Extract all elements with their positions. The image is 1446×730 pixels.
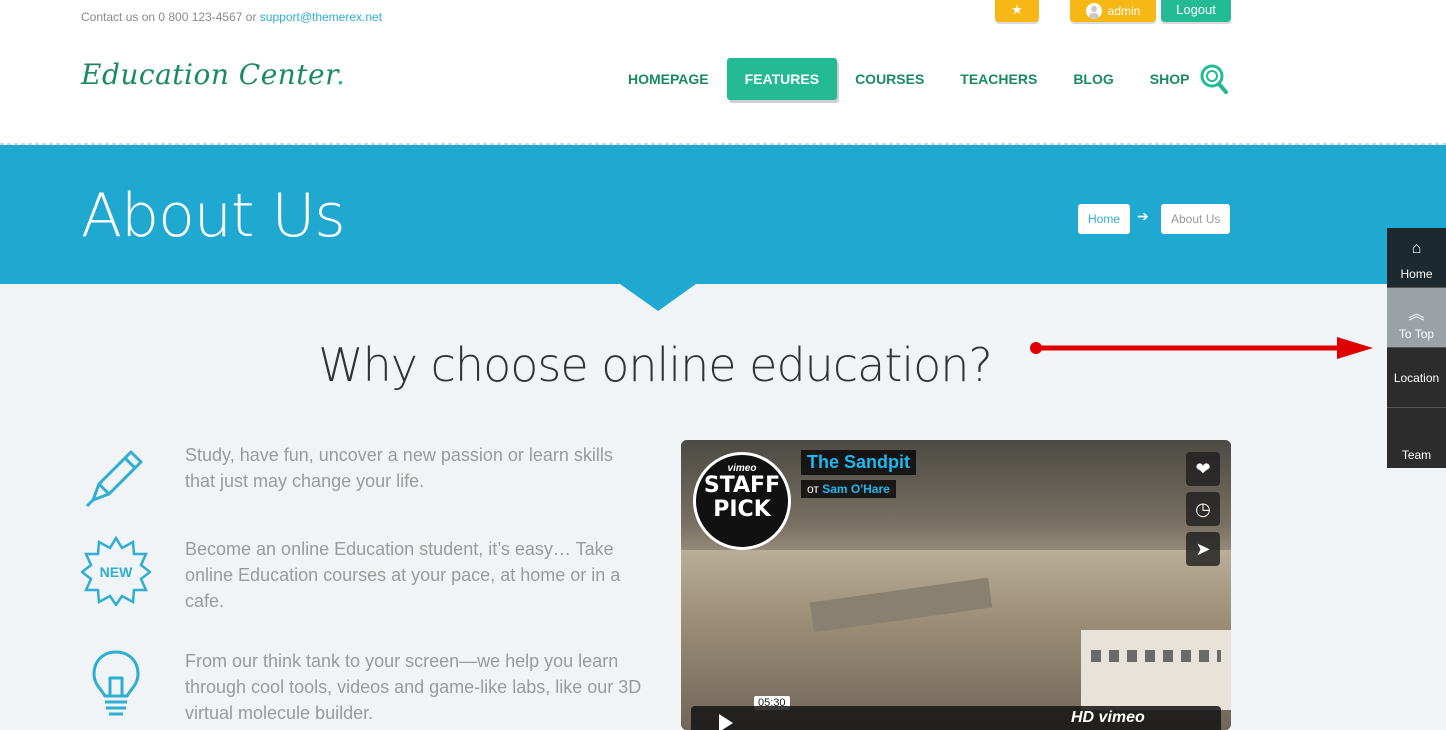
contact-phone-text: Contact us on 0 800 123-4567 or xyxy=(81,10,260,24)
feature-text: From our think tank to your screen—we he… xyxy=(185,651,642,723)
admin-user-button[interactable]: admin xyxy=(1070,0,1156,22)
nav-features[interactable]: FEATURES xyxy=(726,58,838,100)
side-to-top-label: To Top xyxy=(1398,327,1435,341)
admin-label: admin xyxy=(1107,4,1141,18)
nav-blog[interactable]: BLOG xyxy=(1055,58,1131,100)
contact-info: Contact us on 0 800 123-4567 or support@… xyxy=(81,10,382,24)
clock-icon[interactable]: ◷ xyxy=(1186,492,1220,526)
video-player[interactable]: vimeo STAFF PICK The Sandpit от Sam O'Ha… xyxy=(681,440,1231,730)
vimeo-logo[interactable]: HD vimeo xyxy=(1071,709,1145,727)
search-icon[interactable] xyxy=(1198,63,1230,95)
main-nav: HOMEPAGE FEATURES COURSES TEACHERS BLOG … xyxy=(610,58,1207,100)
arrow-right-icon: ➔ xyxy=(1137,208,1149,224)
staff-pick-badge: vimeo STAFF PICK xyxy=(693,452,791,550)
chevron-up-icon: ︽ xyxy=(1408,306,1425,323)
nav-courses[interactable]: COURSES xyxy=(837,58,942,100)
feature-item: Study, have fun, uncover a new passion o… xyxy=(81,442,641,522)
home-icon: ⌂ xyxy=(1411,240,1422,257)
nav-homepage[interactable]: HOMEPAGE xyxy=(610,58,727,100)
lightbulb-icon xyxy=(92,650,140,716)
feature-text: Study, have fun, uncover a new passion o… xyxy=(185,445,613,491)
logout-button[interactable]: Logout xyxy=(1161,0,1231,22)
site-logo[interactable]: Education Center. xyxy=(81,58,345,91)
new-badge-icon: NEW xyxy=(81,536,151,606)
heart-icon[interactable]: ❤ xyxy=(1186,452,1220,486)
share-icon[interactable]: ➤ xyxy=(1186,532,1220,566)
video-controls: HD vimeo xyxy=(691,706,1221,730)
new-badge-text: NEW xyxy=(100,564,133,580)
side-to-top-button[interactable]: ︽ To Top xyxy=(1387,288,1446,348)
breadcrumb-current: About Us xyxy=(1161,204,1231,234)
video-byline: от Sam O'Hare xyxy=(801,480,896,498)
feature-item: From our think tank to your screen—we he… xyxy=(81,648,641,728)
star-icon: ★ xyxy=(1011,2,1023,17)
page-title: About Us xyxy=(81,181,346,251)
video-by-prefix: от xyxy=(807,482,823,496)
side-team-button[interactable]: Team xyxy=(1387,408,1446,468)
play-icon[interactable] xyxy=(719,714,733,730)
side-location-button[interactable]: Location xyxy=(1387,348,1446,408)
annotation-arrow xyxy=(1030,337,1373,359)
feature-text: Become an online Education student, it’s… xyxy=(185,539,621,611)
site-header: Contact us on 0 800 123-4567 or support@… xyxy=(0,0,1446,146)
breadcrumb-home[interactable]: Home xyxy=(1078,204,1131,234)
video-thumbnail-building xyxy=(1081,630,1231,710)
staff-pick-line1: STAFF xyxy=(703,473,781,498)
side-home-label: Home xyxy=(1400,267,1433,281)
logo-dot: . xyxy=(335,58,346,91)
side-home-button[interactable]: ⌂ Home xyxy=(1387,228,1446,288)
feature-item: NEW Become an online Education student, … xyxy=(81,536,641,626)
side-panel: ⌂ Home ︽ To Top Location Team xyxy=(1387,228,1446,468)
avatar-icon xyxy=(1085,3,1102,19)
pencil-icon xyxy=(85,450,143,508)
video-author-link[interactable]: Sam O'Hare xyxy=(822,482,890,496)
favorites-button[interactable]: ★ xyxy=(995,0,1039,22)
staff-pick-line2: PICK xyxy=(713,497,771,522)
contact-email-link[interactable]: support@themerex.net xyxy=(260,10,382,24)
side-location-label: Location xyxy=(1393,371,1440,385)
nav-teachers[interactable]: TEACHERS xyxy=(942,58,1055,100)
side-team-label: Team xyxy=(1401,448,1432,462)
banner-notch xyxy=(620,284,696,311)
page-title-banner: About Us Home ➔ About Us xyxy=(0,145,1446,284)
nav-shop[interactable]: SHOP xyxy=(1132,58,1208,100)
video-title[interactable]: The Sandpit xyxy=(801,450,916,475)
logo-text: Education Center xyxy=(81,58,336,91)
